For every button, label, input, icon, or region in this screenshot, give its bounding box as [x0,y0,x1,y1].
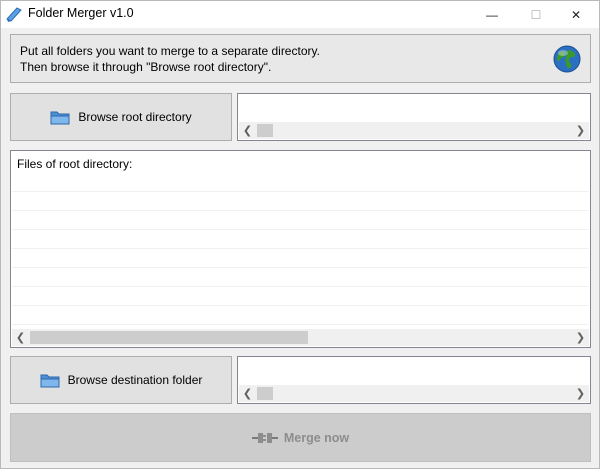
browse-destination-folder-label: Browse destination folder [67,373,203,387]
globe-icon [553,45,581,73]
folder-icon [50,111,70,125]
list-item[interactable] [12,268,589,287]
minimize-button[interactable]: — [469,1,515,28]
close-button[interactable]: ✕ [553,1,599,28]
scrollbar-thumb[interactable] [30,331,308,344]
browse-root-directory-label: Browse root directory [78,110,192,124]
instructions-panel: Put all folders you want to merge to a s… [10,34,591,83]
scroll-left-icon[interactable]: ❮ [239,122,256,139]
close-icon: ✕ [570,7,582,22]
folder-icon [40,374,60,388]
files-list-header: Files of root directory: [17,157,133,171]
destination-path-horizontal-scrollbar[interactable]: ❮ ❯ [239,385,589,402]
scrollbar-thumb[interactable] [257,387,273,400]
browse-root-directory-button[interactable]: Browse root directory [10,93,232,141]
browse-destination-folder-button[interactable]: Browse destination folder [10,356,232,404]
instructions-line-2: Then browse it through "Browse root dire… [20,60,272,74]
root-path-horizontal-scrollbar[interactable]: ❮ ❯ [239,122,589,139]
merge-now-button[interactable]: Merge now [10,413,591,462]
plug-icon [251,432,278,443]
scroll-left-icon[interactable]: ❮ [239,385,256,402]
list-item[interactable] [12,306,589,325]
list-item[interactable] [12,192,589,211]
scroll-left-icon[interactable]: ❮ [12,329,29,346]
merge-now-label: Merge now [283,430,350,445]
list-item[interactable] [12,173,589,192]
maximize-icon: ☐ [530,7,542,22]
list-item[interactable] [12,249,589,268]
destination-folder-path-field[interactable]: ❮ ❯ [237,356,591,404]
scroll-right-icon[interactable]: ❯ [572,329,589,346]
minimize-icon: — [486,7,498,22]
scroll-right-icon[interactable]: ❯ [572,385,589,402]
title-bar[interactable]: Folder Merger v1.0 — ☐ ✕ [1,1,599,28]
scrollbar-thumb[interactable] [257,124,273,137]
instructions-line-1: Put all folders you want to merge to a s… [20,44,320,58]
folder-merger-app-icon [6,7,22,22]
list-item[interactable] [12,230,589,249]
files-list-horizontal-scrollbar[interactable]: ❮ ❯ [12,329,589,346]
list-item[interactable] [12,211,589,230]
list-item[interactable] [12,287,589,306]
files-list-rows [12,173,589,325]
scroll-right-icon[interactable]: ❯ [572,122,589,139]
root-directory-files-list[interactable]: Files of root directory: ❮ ❯ [10,150,591,348]
app-window: Folder Merger v1.0 — ☐ ✕ Put all folders… [0,0,600,469]
window-title: Folder Merger v1.0 [28,6,134,20]
root-directory-path-field[interactable]: ❮ ❯ [237,93,591,141]
